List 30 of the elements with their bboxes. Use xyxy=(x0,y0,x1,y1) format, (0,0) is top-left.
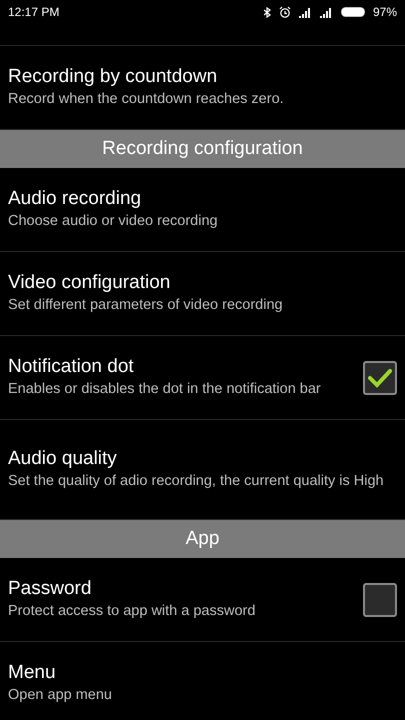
setting-title: Recording by countdown xyxy=(8,66,218,89)
bluetooth-icon xyxy=(264,6,271,18)
setting-title: Password xyxy=(8,578,92,601)
settings-row[interactable]: Password Protect access to app with a password xyxy=(0,558,405,642)
battery-icon xyxy=(340,7,365,17)
setting-summary: Record when the countdown reaches zero. xyxy=(8,90,284,109)
setting-title: Notification dot xyxy=(8,356,135,379)
setting-summary: Set different parameters of video recording xyxy=(8,296,283,315)
settings-row[interactable]: Audio recording Choose audio or video recording xyxy=(0,168,405,252)
signal-icon xyxy=(298,6,312,18)
settings-row[interactable]: Video configuration Set different parameters of video recording xyxy=(0,252,405,336)
setting-title: Video configuration xyxy=(8,272,172,295)
section-header: Recording configuration xyxy=(0,130,405,168)
battery-level: 97% xyxy=(372,4,397,21)
settings-row[interactable]: Notification dot Enables or disables the dot in the notification bar xyxy=(0,336,405,420)
setting-summary: Open app menu xyxy=(8,686,112,705)
clock: 12:17 PM xyxy=(8,4,60,21)
setting-summary: Enables or disables the dot in the notification bar xyxy=(8,380,321,399)
settings-row[interactable]: Menu Open app menu xyxy=(0,642,405,720)
signal-icon xyxy=(320,6,333,18)
setting-title: Audio recording xyxy=(8,188,142,211)
setting-summary: Choose audio or video recording xyxy=(8,212,218,231)
setting-title: Audio quality xyxy=(8,448,118,471)
checkbox[interactable] xyxy=(363,360,397,394)
setting-title: Menu xyxy=(8,662,57,685)
checkbox[interactable] xyxy=(363,582,397,616)
setting-summary: Set the quality of adio recording, the current quality is High xyxy=(8,472,384,491)
section-header: App xyxy=(0,520,405,558)
setting-summary: Protect access to app with a password xyxy=(8,602,256,621)
alarm-icon xyxy=(278,6,291,18)
